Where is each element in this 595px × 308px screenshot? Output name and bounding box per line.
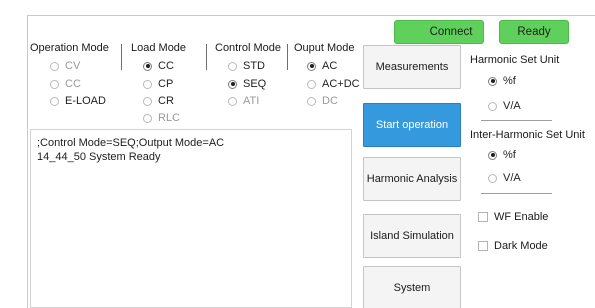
island-simulation-button[interactable]: Island Simulation [363, 214, 461, 258]
radio-label: E-LOAD [65, 95, 106, 107]
radio-dot-icon [50, 96, 59, 106]
control-mode-std-radio[interactable]: STD [228, 60, 265, 72]
dark-mode-checkbox[interactable]: Dark Mode [478, 240, 548, 252]
log-line: ;Control Mode=SEQ;Output Mode=AC [37, 137, 225, 149]
radio-label: SEQ [243, 78, 267, 90]
radio-dot-icon [143, 96, 152, 106]
output-mode-acdc-radio[interactable]: AC+DC [307, 78, 360, 90]
control-mode-title: Control Mode [215, 42, 282, 54]
load-mode-rlc-radio[interactable]: RLC [143, 112, 180, 124]
output-mode-dc-radio[interactable]: DC [307, 95, 338, 107]
radio-label: AC [322, 60, 338, 72]
radio-dot-icon [488, 101, 497, 111]
harmonic-unit-pctf-radio[interactable]: %f [488, 75, 516, 87]
log-line: 14_44_50 System Ready [37, 151, 161, 163]
control-mode-ati-radio[interactable]: ATI [228, 95, 259, 107]
output-mode-title: Ouput Mode [294, 42, 355, 54]
radio-dot-icon [228, 96, 237, 106]
radio-dot-icon [143, 113, 152, 123]
divider-line [481, 120, 552, 121]
radio-dot-icon [488, 150, 497, 160]
radio-label: CC [65, 78, 81, 90]
ready-status: Ready [499, 20, 569, 44]
radio-label: AC+DC [322, 78, 360, 90]
radio-dot-icon [50, 61, 59, 71]
connect-status[interactable]: Connect [394, 20, 484, 44]
checkbox-icon [478, 241, 488, 251]
radio-dot-icon [143, 79, 152, 89]
radio-dot-icon [228, 61, 237, 71]
radio-dot-icon [488, 76, 497, 86]
harmonic-analysis-button[interactable]: Harmonic Analysis [363, 157, 461, 201]
radio-label: %f [503, 149, 516, 161]
radio-label: %f [503, 75, 516, 87]
harmonic-set-unit-title: Harmonic Set Unit [470, 54, 560, 66]
radio-dot-icon [50, 79, 59, 89]
group-divider [121, 44, 122, 70]
checkbox-icon [478, 212, 488, 222]
radio-label: ATI [243, 95, 260, 107]
radio-dot-icon [307, 96, 316, 106]
output-mode-ac-radio[interactable]: AC [307, 60, 337, 72]
radio-label: CR [158, 95, 174, 107]
system-button[interactable]: System [363, 266, 461, 308]
radio-label: DC [322, 95, 338, 107]
radio-label: RLC [158, 112, 181, 124]
group-divider [287, 44, 288, 70]
radio-dot-icon [143, 61, 152, 71]
system-log[interactable]: ;Control Mode=SEQ;Output Mode=AC 14_44_5… [30, 129, 352, 308]
radio-label: V/A [503, 100, 521, 112]
radio-label: CV [65, 60, 81, 72]
radio-label: CP [158, 78, 174, 90]
operation-mode-eload-radio[interactable]: E-LOAD [50, 95, 106, 107]
inter-harmonic-set-unit-title: Inter-Harmonic Set Unit [470, 129, 585, 141]
radio-label: STD [243, 60, 265, 72]
operation-mode-cv-radio[interactable]: CV [50, 60, 80, 72]
load-mode-cc-radio[interactable]: CC [143, 60, 174, 72]
radio-dot-icon [228, 79, 237, 89]
operation-mode-title: Operation Mode [30, 42, 109, 54]
divider-line [481, 193, 552, 194]
checkbox-label: Dark Mode [494, 240, 548, 252]
radio-label: V/A [503, 172, 521, 184]
harmonic-unit-va-radio[interactable]: V/A [488, 100, 521, 112]
load-mode-cr-radio[interactable]: CR [143, 95, 174, 107]
radio-dot-icon [307, 61, 316, 71]
radio-dot-icon [488, 173, 497, 183]
checkbox-label: WF Enable [494, 211, 549, 223]
inter-harmonic-unit-pctf-radio[interactable]: %f [488, 149, 516, 161]
load-mode-title: Load Mode [131, 42, 187, 54]
wf-enable-checkbox[interactable]: WF Enable [478, 211, 548, 223]
radio-label: CC [158, 60, 174, 72]
measurements-button[interactable]: Measurements [363, 45, 461, 89]
control-mode-seq-radio[interactable]: SEQ [228, 78, 266, 90]
start-operation-button[interactable]: Start operation [363, 103, 461, 147]
radio-dot-icon [307, 79, 316, 89]
inter-harmonic-unit-va-radio[interactable]: V/A [488, 172, 521, 184]
group-divider [206, 44, 207, 70]
load-mode-cp-radio[interactable]: CP [143, 78, 173, 90]
operation-mode-cc-radio[interactable]: CC [50, 78, 81, 90]
